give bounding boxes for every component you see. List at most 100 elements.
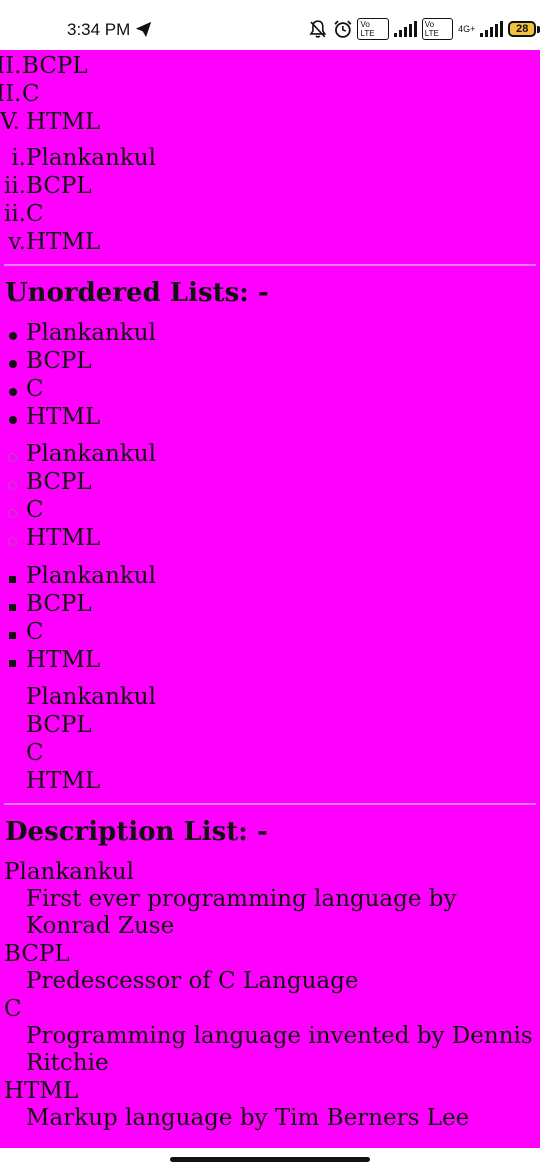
disc-bullet-icon xyxy=(0,347,26,375)
disc-bullet-icon xyxy=(0,319,26,347)
page-content: II.BCPL II.C V. HTML i.Plankankul ii.BCPL… xyxy=(0,50,540,1148)
status-time: 3:34 PM xyxy=(67,20,131,39)
list-item: C xyxy=(0,739,156,767)
list-item: V. HTML xyxy=(0,108,100,136)
description-detail: Predescessor of C Language xyxy=(26,968,359,994)
list-item-text: BCPL xyxy=(26,712,92,738)
description-detail: Markup language by Tim Berners Lee xyxy=(26,1105,470,1131)
unordered-lists-heading: Unordered Lists: - xyxy=(5,278,269,308)
navigation-bar xyxy=(0,1148,540,1170)
list-item: BCPL xyxy=(0,711,156,739)
list-item: II.BCPL xyxy=(0,52,100,80)
status-icons: Vo LTE Vo LTE 4G+ 28 xyxy=(308,17,540,41)
home-gesture-handle[interactable] xyxy=(170,1157,370,1162)
list-item-text: BCPL xyxy=(26,469,92,495)
description-detail: First ever programming language by Konra… xyxy=(26,886,457,939)
telegram-send-icon xyxy=(135,21,152,38)
list-item-text: Plankankul xyxy=(26,145,156,171)
square-bullet-icon xyxy=(0,646,26,674)
list-item-text: HTML xyxy=(26,525,101,551)
list-item-text: BCPL xyxy=(26,591,92,617)
list-marker: ii. xyxy=(3,173,26,199)
no-bullet xyxy=(0,683,26,711)
list-item-text: Plankankul xyxy=(26,441,156,467)
circle-bullet-icon xyxy=(0,468,26,496)
description-term: BCPL xyxy=(4,941,70,967)
circle-bullet-icon xyxy=(0,440,26,468)
list-item-text: HTML xyxy=(26,647,101,673)
list-item: Plankankul xyxy=(0,562,156,590)
mute-bell-icon xyxy=(309,20,327,38)
list-marker: v. xyxy=(8,229,26,255)
list-item-text: C xyxy=(26,201,44,227)
list-item: C xyxy=(0,375,156,403)
list-item-text: C xyxy=(26,376,44,402)
circle-bullet-icon xyxy=(0,496,26,524)
alarm-clock-icon xyxy=(334,20,352,38)
list-item: II.C xyxy=(0,80,100,108)
description-term: Plankankul xyxy=(4,859,134,885)
list-item-text: C xyxy=(26,497,44,523)
list-item: v.HTML xyxy=(0,228,156,256)
list-item-text: C xyxy=(26,740,44,766)
list-item: i.Plankankul xyxy=(0,144,156,172)
list-item: Plankankul xyxy=(0,319,156,347)
list-item: HTML xyxy=(0,646,156,674)
list-item-text: C xyxy=(26,619,44,645)
volte-badge: Vo LTE xyxy=(357,18,389,40)
network-type: 4G+ xyxy=(458,23,476,34)
square-bullet-icon xyxy=(0,618,26,646)
circle-bullet-icon xyxy=(0,524,26,552)
list-marker: V. xyxy=(0,109,20,135)
list-marker: II. xyxy=(0,53,22,79)
list-item: BCPL xyxy=(0,468,156,496)
list-item: C xyxy=(0,618,156,646)
list-item-text: HTML xyxy=(26,404,101,430)
list-item-text: BCPL xyxy=(22,53,88,79)
list-item-text: Plankankul xyxy=(26,320,156,346)
signal-bars-icon-2 xyxy=(480,21,504,37)
horizontal-rule xyxy=(4,264,536,266)
list-item: BCPL xyxy=(0,347,156,375)
battery-icon: 28 xyxy=(508,21,537,37)
description-detail: Programming language invented by Dennis … xyxy=(26,1023,533,1076)
square-bullet-icon xyxy=(0,562,26,590)
no-bullet xyxy=(0,767,26,795)
list-marker: ii. xyxy=(3,201,26,227)
list-item-text: HTML xyxy=(26,768,101,794)
list-item: C xyxy=(0,496,156,524)
list-item: ii.BCPL xyxy=(0,172,156,200)
disc-bullet-icon xyxy=(0,375,26,403)
volte-badge-2: Vo LTE xyxy=(421,18,454,40)
unordered-list-circle: Plankankul BCPL C HTML xyxy=(0,440,156,552)
unordered-list-none: Plankankul BCPL C HTML xyxy=(0,683,156,795)
description-list-heading: Description List: - xyxy=(5,817,268,847)
horizontal-rule xyxy=(4,803,536,805)
unordered-list-square: Plankankul BCPL C HTML xyxy=(0,562,156,674)
status-bar: 3:34 PM Vo LTE Vo LTE 4G+ 28 xyxy=(0,0,540,50)
list-item: Plankankul xyxy=(0,440,156,468)
list-item-text: HTML xyxy=(26,229,101,255)
no-bullet xyxy=(0,711,26,739)
list-item-text: BCPL xyxy=(26,173,92,199)
list-item: Plankankul xyxy=(0,683,156,711)
list-item-text: C xyxy=(22,81,40,107)
list-marker: i. xyxy=(11,145,26,171)
list-item: HTML xyxy=(0,524,156,552)
list-marker: II. xyxy=(0,81,22,107)
list-item: HTML xyxy=(0,767,156,795)
ordered-list-upper-roman: II.BCPL II.C V. HTML xyxy=(0,52,100,136)
no-bullet xyxy=(0,739,26,767)
list-item: HTML xyxy=(0,403,156,431)
square-bullet-icon xyxy=(0,590,26,618)
list-item-text: Plankankul xyxy=(26,563,156,589)
list-item-text: Plankankul xyxy=(26,684,156,710)
list-item-text: BCPL xyxy=(26,348,92,374)
ordered-list-lower-roman: i.Plankankul ii.BCPL ii.C v.HTML xyxy=(0,144,156,256)
unordered-list-disc: Plankankul BCPL C HTML xyxy=(0,319,156,431)
list-item: BCPL xyxy=(0,590,156,618)
list-item-text: HTML xyxy=(26,109,101,135)
description-term: C xyxy=(4,996,22,1022)
signal-bars-icon xyxy=(393,21,417,37)
description-list: Plankankul First ever programming langua… xyxy=(4,858,540,1132)
